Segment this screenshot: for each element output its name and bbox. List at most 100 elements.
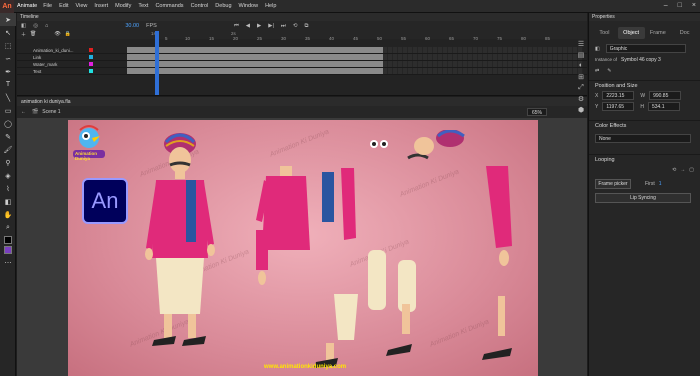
menu-commands[interactable]: Commands — [155, 3, 183, 9]
menu-control[interactable]: Control — [191, 3, 209, 9]
layer-options-icon[interactable]: ◧ — [21, 23, 26, 29]
zoom-tool-icon[interactable]: ⌕ — [0, 221, 16, 234]
layer-frames[interactable] — [127, 54, 383, 60]
y-input[interactable]: 1197.65 — [602, 102, 635, 111]
play-icon[interactable]: ▶ — [257, 23, 261, 29]
layer-row[interactable]: Link — [17, 54, 587, 61]
free-transform-icon[interactable]: ⬚ — [0, 39, 16, 52]
layer-row[interactable]: Water_mark — [17, 61, 587, 68]
layer-color-icon[interactable] — [89, 55, 93, 59]
fill-color-swatch[interactable] — [3, 246, 12, 254]
menu-window[interactable]: Window — [239, 3, 259, 9]
character-full-figure[interactable] — [134, 128, 224, 358]
line-tool-icon[interactable]: ╲ — [0, 91, 16, 104]
last-frame-icon[interactable]: ⏭ — [281, 23, 286, 30]
first-frame-icon[interactable]: ⏮ — [234, 23, 239, 30]
layer-row[interactable]: Text — [17, 68, 587, 75]
layer-frames[interactable] — [127, 68, 383, 74]
lasso-tool-icon[interactable]: ∽ — [0, 52, 16, 65]
tab-doc[interactable]: Doc — [671, 27, 698, 39]
width-input[interactable]: 990.85 — [649, 91, 682, 100]
character-body-parts[interactable] — [256, 158, 366, 368]
selection-tool-icon[interactable]: ➤ — [0, 13, 16, 26]
instance-name[interactable]: Symbol 46 copy 3 — [621, 57, 661, 63]
menu-insert[interactable]: Insert — [94, 3, 108, 9]
oval-tool-icon[interactable]: ◯ — [0, 117, 16, 130]
character-head-parts[interactable] — [368, 130, 478, 366]
menu-text[interactable]: Text — [138, 3, 148, 9]
visibility-icon[interactable]: 👁 — [36, 31, 60, 39]
layer-name[interactable]: Water_mark — [17, 62, 89, 67]
maximize-icon[interactable]: □ — [678, 2, 682, 9]
add-layer-icon[interactable]: ＋ — [17, 31, 26, 39]
layer-name[interactable]: Animation_ki_duni... — [17, 48, 89, 53]
frame-ruler[interactable]: 1s 2s 5 10 15 20 25 30 35 40 45 50 55 60… — [127, 31, 577, 41]
eyedropper-icon[interactable]: ⌇ — [0, 182, 16, 195]
components-dock-icon[interactable]: ⚙ — [574, 95, 588, 106]
scene-name[interactable]: Scene 1 — [42, 109, 60, 115]
color-dock-icon[interactable]: ◐ — [574, 62, 588, 73]
onion-skin-toggle-icon[interactable]: ⧉ — [304, 23, 308, 30]
empty-frames[interactable] — [383, 47, 583, 53]
height-input[interactable]: 534.1 — [647, 102, 680, 111]
x-input[interactable]: 2223.15 — [602, 91, 635, 100]
layer-name[interactable]: Link — [17, 55, 89, 60]
layer-color-icon[interactable] — [89, 69, 93, 73]
next-frame-icon[interactable]: ▶| — [268, 23, 274, 29]
loop-icon[interactable]: ⟲ — [672, 167, 676, 173]
character-limbs[interactable] — [478, 126, 533, 366]
close-icon[interactable]: × — [692, 2, 696, 9]
loop-icon[interactable]: ⟲ — [293, 23, 298, 29]
layer-color-icon[interactable] — [89, 48, 93, 52]
empty-frames[interactable] — [383, 68, 583, 74]
swap-symbol-icon[interactable]: ⇄ — [595, 68, 599, 74]
eraser-icon[interactable]: ◧ — [0, 195, 16, 208]
properties-dock-icon[interactable]: ☰ — [574, 40, 588, 51]
brush-tool-icon[interactable]: 🖌 — [0, 143, 16, 156]
rectangle-tool-icon[interactable]: ▭ — [0, 104, 16, 117]
empty-frames[interactable] — [383, 61, 583, 67]
tab-object[interactable]: Object — [617, 27, 645, 39]
lock-icon[interactable]: 🔒 — [61, 31, 71, 39]
camera-icon[interactable]: ⌂ — [45, 23, 48, 29]
single-frame-icon[interactable]: ▢ — [689, 167, 694, 173]
align-dock-icon[interactable]: ⊞ — [574, 73, 588, 84]
menu-view[interactable]: View — [76, 3, 88, 9]
menu-file[interactable]: File — [43, 3, 52, 9]
stage-canvas[interactable]: Animation Ki Duniya Animation Ki Duniya … — [68, 120, 538, 376]
document-tab[interactable]: animation ki duniya.fla — [17, 97, 587, 106]
tab-tool[interactable]: Tool — [591, 27, 618, 39]
minimize-icon[interactable]: – — [664, 2, 668, 9]
stroke-color-swatch[interactable] — [3, 236, 12, 244]
lip-syncing-button[interactable]: Lip Syncing — [595, 192, 691, 203]
first-frame-value[interactable]: 1 — [659, 181, 662, 187]
zoom-select[interactable]: 65% — [526, 108, 547, 116]
menu-modify[interactable]: Modify — [115, 3, 131, 9]
menu-edit[interactable]: Edit — [59, 3, 68, 9]
play-once-icon[interactable]: → — [680, 167, 685, 173]
pencil-tool-icon[interactable]: ✎ — [0, 130, 16, 143]
menu-debug[interactable]: Debug — [215, 3, 231, 9]
prev-frame-icon[interactable]: ◀ — [246, 23, 250, 29]
back-arrow-icon[interactable]: ← — [21, 109, 26, 115]
color-effects-section[interactable]: Color Effects — [589, 120, 700, 130]
tab-frame[interactable]: Frame — [645, 27, 672, 39]
frame-picker-button[interactable]: Frame picker — [595, 178, 631, 189]
subselection-tool-icon[interactable]: ↖ — [0, 26, 16, 39]
edit-symbol-icon[interactable]: ✎ — [607, 68, 611, 74]
assets-dock-icon[interactable]: ⬢ — [574, 106, 588, 117]
more-tools-icon[interactable]: ⋯ — [0, 256, 16, 269]
menu-help[interactable]: Help — [265, 3, 276, 9]
symbol-type-select[interactable]: Graphic — [605, 44, 686, 53]
delete-layer-icon[interactable]: 🗑 — [26, 31, 36, 39]
paint-bucket-icon[interactable]: ◈ — [0, 169, 16, 182]
looping-section[interactable]: Looping — [589, 154, 700, 164]
layer-color-icon[interactable] — [89, 62, 93, 66]
playhead[interactable] — [155, 31, 159, 95]
layer-row[interactable]: Animation_ki_duni... — [17, 47, 587, 54]
layer-frames[interactable] — [127, 61, 383, 67]
layer-name[interactable]: Text — [17, 69, 89, 74]
position-size-section[interactable]: Position and Size — [589, 80, 700, 90]
onion-skin-icon[interactable]: ◎ — [33, 23, 38, 29]
transform-dock-icon[interactable]: ⤢ — [574, 84, 588, 95]
